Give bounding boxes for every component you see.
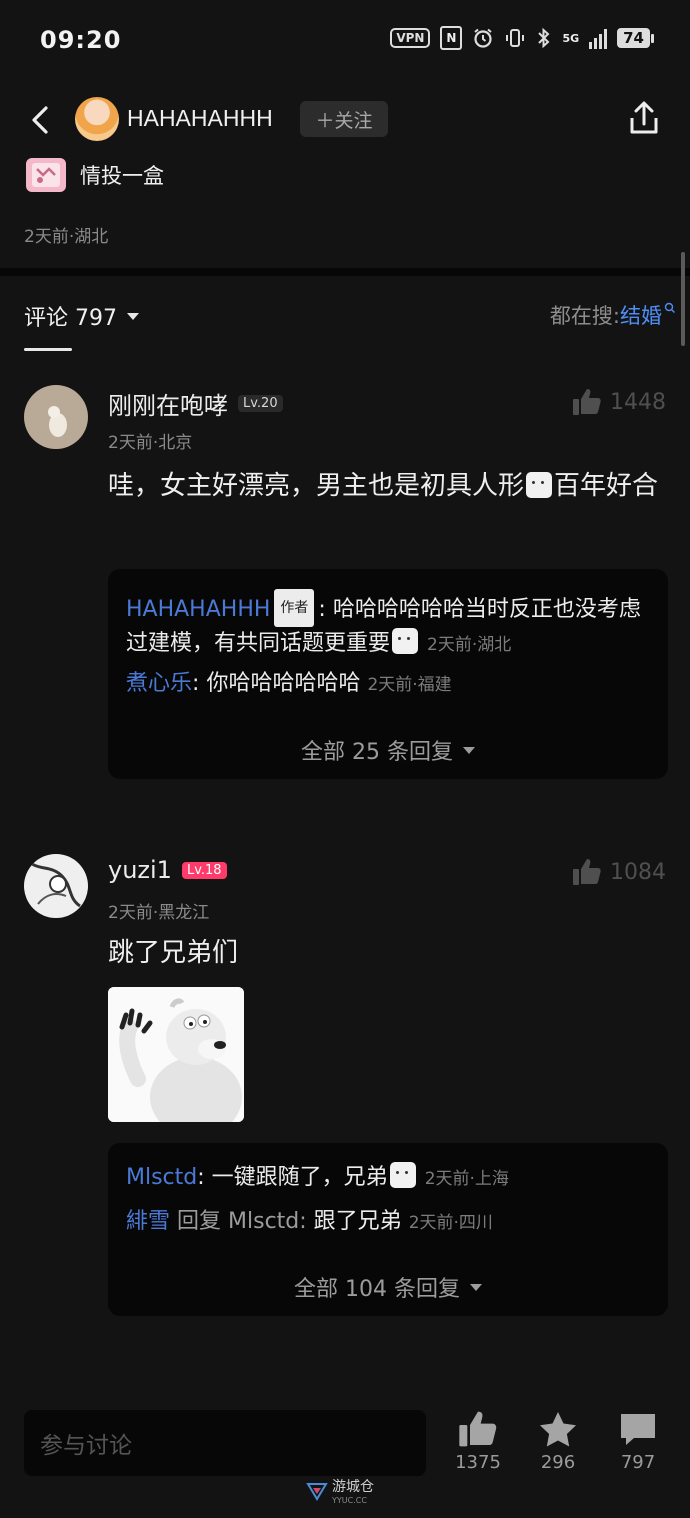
status-bar: 09:20 VPN N 5G 74 — [0, 0, 690, 84]
comment-text: 跳了兄弟们 — [108, 938, 239, 968]
commenter-avatar[interactable] — [24, 854, 88, 918]
search-keyword-link[interactable]: 结婚 — [620, 300, 662, 330]
section-divider — [0, 268, 690, 276]
view-all-replies-button[interactable]: 全部 104 条回复 — [108, 1271, 668, 1303]
sweat-emoji-icon — [392, 628, 419, 654]
like-count: 1448 — [610, 389, 666, 415]
comments-sort-dropdown[interactable]: 评论 797 — [24, 300, 139, 332]
comments-count-label: 评论 797 — [24, 306, 117, 331]
network-type-label: 5G — [562, 31, 580, 45]
reply-box: HAHAHAHHH 作者: 哈哈哈哈哈哈当时反正也没考虑过建模，有共同话题更重要 … — [108, 569, 668, 779]
watermark-name: 游城仓 — [332, 1479, 374, 1495]
tear-emoji-icon — [389, 1162, 416, 1188]
nfc-icon: N — [440, 26, 463, 50]
vpn-icon: VPN — [390, 28, 431, 48]
thumbs-up-icon — [573, 389, 601, 415]
tag-thumbnail-icon[interactable] — [26, 158, 66, 192]
blush-emoji-icon — [526, 472, 553, 498]
battery-icon: 74 — [617, 28, 654, 48]
view-all-replies-button[interactable]: 全部 25 条回复 — [108, 734, 668, 766]
author-avatar[interactable] — [75, 97, 119, 141]
watermark-url: YYUC.CC — [332, 1496, 367, 1505]
reply-item[interactable]: HAHAHAHHH 作者: 哈哈哈哈哈哈当时反正也没考虑过建模，有共同话题更重要 … — [126, 589, 651, 662]
reply-item[interactable]: 緋雪 回复 Mlsctd: 跟了兄弟 2天前·四川 — [126, 1205, 651, 1240]
status-time: 09:20 — [40, 26, 122, 54]
comment-text: 哇，女主好漂亮，男主也是初具人形 百年好合 — [108, 465, 668, 507]
reply-item[interactable]: 煮心乐: 你哈哈哈哈哈哈 2天前·福建 — [126, 667, 651, 702]
favorite-button[interactable]: 296 — [523, 1410, 593, 1473]
reply-text: 跟了兄弟 — [313, 1209, 402, 1234]
author-tag: 作者 — [274, 589, 315, 627]
reply-separator: : — [318, 597, 326, 622]
trending-search[interactable]: 都在搜: 结婚 — [550, 300, 676, 330]
scrollbar[interactable] — [681, 252, 685, 346]
commenter-avatar[interactable] — [24, 385, 88, 449]
signal-icon — [589, 27, 608, 49]
thumbs-up-icon — [459, 1411, 497, 1447]
chevron-down-icon — [462, 746, 475, 754]
reply-text: 你哈哈哈哈哈哈 — [206, 671, 361, 696]
reply-meta: 2天前·福建 — [367, 675, 452, 695]
view-all-replies-label: 全部 25 条回复 — [301, 740, 453, 765]
comment-image-bear[interactable] — [108, 987, 244, 1122]
comment-count: 797 — [620, 1452, 656, 1473]
reply-text: 一键跟随了，兄弟 — [211, 1165, 388, 1190]
favorite-count: 296 — [540, 1452, 576, 1473]
watermark: 游城仓 YYUC.CC — [306, 1476, 374, 1505]
like-button[interactable]: 1448 — [572, 388, 666, 416]
comment-username[interactable]: yuzi1 Lv.18 — [108, 856, 227, 884]
like-button[interactable]: 1084 — [572, 858, 666, 886]
chevron-down-icon — [127, 312, 139, 320]
reply-meta: 2天前·上海 — [424, 1169, 509, 1189]
bluetooth-icon — [538, 27, 550, 49]
reply-separator: : — [192, 671, 200, 696]
username-text: yuzi1 — [108, 856, 172, 884]
comment-text-part: 百年好合 — [554, 471, 659, 501]
like-post-button[interactable]: 1375 — [443, 1410, 513, 1473]
search-prefix: 都在搜: — [549, 304, 620, 328]
status-icons: VPN N 5G 74 — [390, 26, 654, 50]
search-icon — [664, 302, 675, 313]
share-icon[interactable] — [624, 98, 664, 138]
reply-author[interactable]: HAHAHAHHH — [126, 597, 270, 622]
post-like-count: 1375 — [455, 1452, 501, 1473]
battery-level: 74 — [617, 28, 650, 48]
reply-meta: 2天前·湖北 — [427, 635, 512, 655]
comments-tab-indicator — [24, 348, 72, 351]
discussion-input[interactable]: 参与讨论 — [24, 1410, 426, 1476]
view-all-replies-label: 全部 104 条回复 — [294, 1277, 460, 1302]
comment-username[interactable]: 刚刚在咆哮 Lv.20 — [108, 386, 283, 421]
comment-meta: 2天前·黑龙江 — [108, 903, 210, 923]
star-icon — [540, 1412, 576, 1447]
vibrate-icon — [506, 29, 525, 47]
comment-button[interactable]: 797 — [603, 1410, 673, 1473]
chevron-down-icon — [469, 1283, 482, 1291]
comment-bubble-icon — [621, 1414, 655, 1445]
watermark-logo-icon — [306, 1482, 328, 1501]
reply-author[interactable]: Mlsctd — [126, 1165, 197, 1190]
reply-to-label: 回复 Mlsctd: — [177, 1209, 307, 1234]
topic-tag[interactable]: 情投一盒 — [80, 160, 164, 190]
author-name[interactable]: HAHAHAHHH — [127, 105, 273, 132]
alarm-icon — [474, 28, 493, 48]
reply-author[interactable]: 緋雪 — [126, 1209, 170, 1234]
reply-meta: 2天前·四川 — [408, 1213, 493, 1233]
reply-item[interactable]: Mlsctd: 一键跟随了，兄弟 2天前·上海 — [126, 1161, 651, 1196]
like-count: 1084 — [610, 859, 666, 885]
back-icon[interactable] — [22, 100, 62, 140]
thumbs-up-icon — [573, 859, 601, 885]
comment-text-part: 哇，女主好漂亮，男主也是初具人形 — [108, 471, 525, 501]
reply-separator: : — [197, 1165, 205, 1190]
username-text: 刚刚在咆哮 — [108, 392, 228, 420]
level-badge: Lv.18 — [181, 861, 227, 879]
follow-button[interactable]: ＋关注 — [300, 101, 388, 137]
reply-author[interactable]: 煮心乐 — [126, 671, 192, 696]
reply-box: Mlsctd: 一键跟随了，兄弟 2天前·上海 緋雪 回复 Mlsctd: 跟了… — [108, 1143, 668, 1316]
comment-meta: 2天前·北京 — [108, 433, 193, 453]
post-meta: 2天前·湖北 — [24, 227, 109, 247]
level-badge: Lv.20 — [238, 395, 283, 412]
